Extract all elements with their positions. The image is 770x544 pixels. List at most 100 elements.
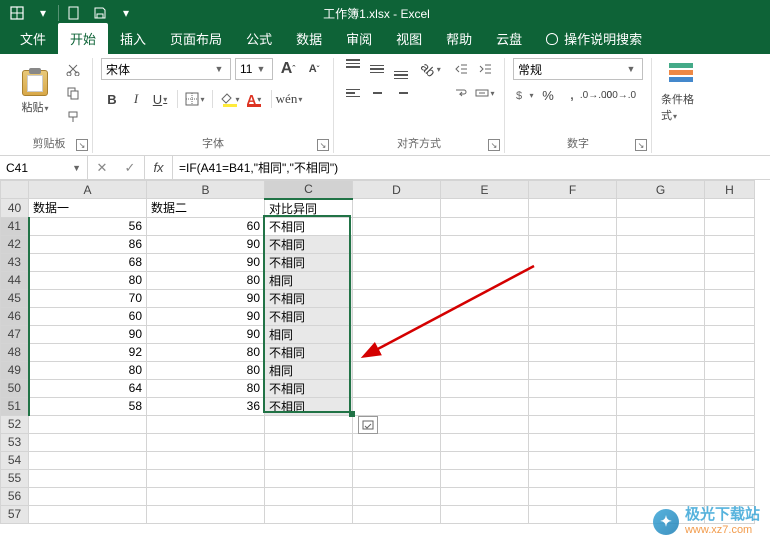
cell-G51[interactable] (617, 397, 705, 415)
cancel-formula-button[interactable]: ✕ (88, 156, 116, 179)
cell-D43[interactable] (353, 253, 441, 271)
save-icon[interactable] (87, 2, 113, 24)
cell-C42[interactable]: 不相同 (265, 235, 353, 253)
column-header-A[interactable]: A (29, 181, 147, 199)
cell-G48[interactable] (617, 343, 705, 361)
cell-D54[interactable] (353, 451, 441, 469)
cell-H54[interactable] (705, 451, 755, 469)
chevron-down-icon[interactable]: ▼ (254, 64, 268, 74)
cell-B44[interactable]: 80 (147, 271, 265, 289)
font-launcher[interactable]: ↘ (317, 139, 329, 151)
row-header-40[interactable]: 40 (1, 199, 29, 218)
chevron-down-icon[interactable]: ▼ (212, 64, 226, 74)
cell-E44[interactable] (441, 271, 529, 289)
cell-D49[interactable] (353, 361, 441, 379)
decrease-font-button[interactable]: Aˇ (303, 58, 325, 80)
cell-G45[interactable] (617, 289, 705, 307)
cell-G47[interactable] (617, 325, 705, 343)
wrap-text-button[interactable] (450, 82, 472, 104)
font-name-combo[interactable]: 宋体▼ (101, 58, 231, 80)
cell-G46[interactable] (617, 307, 705, 325)
cell-H43[interactable] (705, 253, 755, 271)
cell-F54[interactable] (529, 451, 617, 469)
column-header-C[interactable]: C (265, 181, 353, 199)
copy-button[interactable] (62, 82, 84, 104)
phonetic-button[interactable]: wén▾ (278, 88, 300, 110)
align-right-button[interactable] (390, 82, 412, 104)
cell-A54[interactable] (29, 451, 147, 469)
select-all-corner[interactable] (1, 181, 29, 199)
cell-C44[interactable]: 相同 (265, 271, 353, 289)
cell-D51[interactable] (353, 397, 441, 415)
cell-B41[interactable]: 60 (147, 217, 265, 235)
row-header-48[interactable]: 48 (1, 343, 29, 361)
row-header-45[interactable]: 45 (1, 289, 29, 307)
cell-C55[interactable] (265, 469, 353, 487)
column-header-B[interactable]: B (147, 181, 265, 199)
cell-C52[interactable] (265, 415, 353, 433)
cell-G41[interactable] (617, 217, 705, 235)
qat-dropdown-icon[interactable]: ▾ (30, 2, 56, 24)
formula-bar[interactable]: =IF(A41=B41,"相同","不相同") (173, 156, 770, 179)
cell-A40[interactable]: 数据一 (29, 199, 147, 218)
align-bottom-button[interactable] (390, 58, 412, 80)
cell-A48[interactable]: 92 (29, 343, 147, 361)
cell-D44[interactable] (353, 271, 441, 289)
borders-button[interactable]: ▾ (184, 88, 206, 110)
cell-D40[interactable] (353, 199, 441, 218)
autofill-options-button[interactable] (358, 416, 378, 434)
cell-D46[interactable] (353, 307, 441, 325)
cell-H44[interactable] (705, 271, 755, 289)
cell-A45[interactable]: 70 (29, 289, 147, 307)
row-header-52[interactable]: 52 (1, 415, 29, 433)
cut-button[interactable] (62, 58, 84, 80)
tab-review[interactable]: 审阅 (334, 23, 384, 54)
cell-C40[interactable]: 对比异同 (265, 199, 353, 218)
cell-C46[interactable]: 不相同 (265, 307, 353, 325)
cell-F42[interactable] (529, 235, 617, 253)
cell-B46[interactable]: 90 (147, 307, 265, 325)
cell-G53[interactable] (617, 433, 705, 451)
cell-H42[interactable] (705, 235, 755, 253)
cell-F53[interactable] (529, 433, 617, 451)
cell-B54[interactable] (147, 451, 265, 469)
underline-button[interactable]: U▾ (149, 88, 171, 110)
align-top-button[interactable] (342, 58, 364, 80)
cell-H50[interactable] (705, 379, 755, 397)
qat-customize-icon[interactable]: ▾ (113, 2, 139, 24)
cell-B47[interactable]: 90 (147, 325, 265, 343)
cell-F46[interactable] (529, 307, 617, 325)
tab-data[interactable]: 数据 (284, 23, 334, 54)
bold-button[interactable]: B (101, 88, 123, 110)
cell-H46[interactable] (705, 307, 755, 325)
cell-G44[interactable] (617, 271, 705, 289)
column-header-D[interactable]: D (353, 181, 441, 199)
cell-F41[interactable] (529, 217, 617, 235)
tab-cloud[interactable]: 云盘 (484, 23, 534, 54)
cell-H48[interactable] (705, 343, 755, 361)
cell-A49[interactable]: 80 (29, 361, 147, 379)
cell-B55[interactable] (147, 469, 265, 487)
row-header-51[interactable]: 51 (1, 397, 29, 415)
row-header-55[interactable]: 55 (1, 469, 29, 487)
cell-B49[interactable]: 80 (147, 361, 265, 379)
cell-A46[interactable]: 60 (29, 307, 147, 325)
align-middle-button[interactable] (366, 58, 388, 80)
increase-font-button[interactable]: Aˆ (277, 58, 299, 80)
cell-D57[interactable] (353, 505, 441, 523)
cell-A51[interactable]: 58 (29, 397, 147, 415)
cell-E45[interactable] (441, 289, 529, 307)
cell-E56[interactable] (441, 487, 529, 505)
tab-help[interactable]: 帮助 (434, 23, 484, 54)
column-header-F[interactable]: F (529, 181, 617, 199)
cell-A47[interactable]: 90 (29, 325, 147, 343)
cell-F57[interactable] (529, 505, 617, 523)
cell-H51[interactable] (705, 397, 755, 415)
cell-E52[interactable] (441, 415, 529, 433)
cell-F40[interactable] (529, 199, 617, 218)
decrease-indent-button[interactable] (450, 58, 472, 80)
number-launcher[interactable]: ↘ (635, 139, 647, 151)
cell-G49[interactable] (617, 361, 705, 379)
tab-insert[interactable]: 插入 (108, 23, 158, 54)
cell-E42[interactable] (441, 235, 529, 253)
